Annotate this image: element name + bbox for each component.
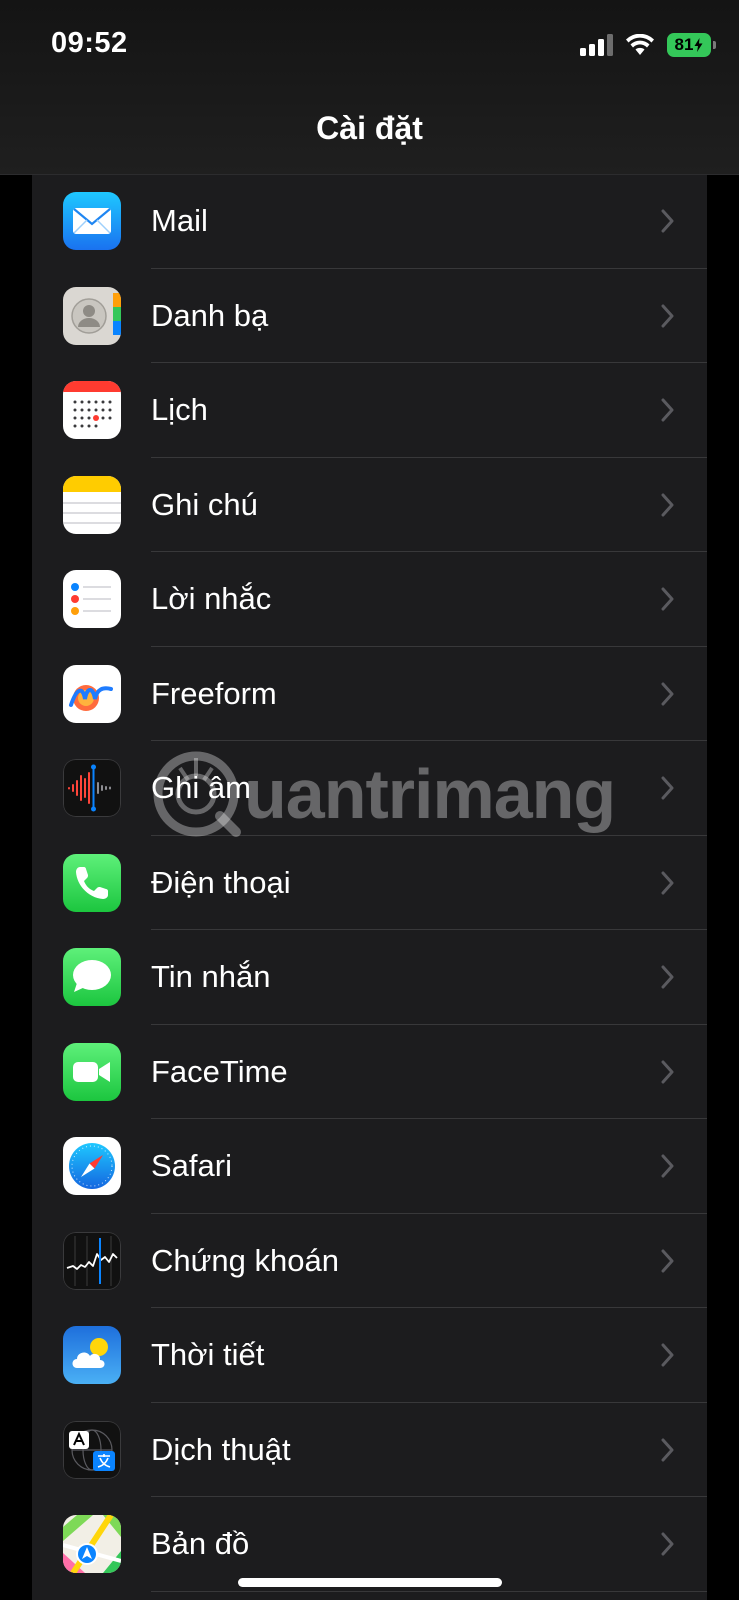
translate-icon <box>63 1420 121 1479</box>
settings-list: Mail Danh bạ Lịch Ghi chú Lời nhắc Freef… <box>32 174 707 1600</box>
settings-row-notes[interactable]: Ghi chú <box>32 458 707 552</box>
chevron-right-icon <box>661 682 674 705</box>
chevron-right-icon <box>661 304 674 327</box>
row-separator <box>151 1590 707 1592</box>
maps-icon <box>63 1515 121 1573</box>
header: 09:52 81 Cài đặt <box>0 0 739 175</box>
chevron-right-icon <box>661 1060 674 1083</box>
settings-row-mail[interactable]: Mail <box>32 174 707 269</box>
chevron-right-icon <box>661 587 674 611</box>
chevron-right-icon <box>661 965 674 989</box>
settings-row-label: Bản đồ <box>151 1526 250 1561</box>
settings-row-label: Safari <box>151 1148 232 1183</box>
home-indicator[interactable] <box>238 1578 502 1587</box>
chevron-right-icon <box>661 1154 674 1178</box>
signal-bars-icon <box>580 34 613 56</box>
messages-icon <box>63 948 121 1006</box>
settings-row-stocks[interactable]: Chứng khoán <box>32 1214 707 1308</box>
voice-memos-icon <box>63 759 121 817</box>
freeform-icon <box>63 664 121 723</box>
settings-row-label: Điện thoại <box>151 864 291 900</box>
battery-charging-icon: 81 <box>667 33 716 57</box>
status-time: 09:52 <box>51 27 128 59</box>
chevron-right-icon <box>661 1343 674 1367</box>
chevron-right-icon <box>661 1532 674 1556</box>
page-title: Cài đặt <box>316 110 423 146</box>
settings-row-contacts[interactable]: Danh bạ <box>32 269 707 363</box>
settings-row-label: Mail <box>151 203 208 238</box>
chevron-right-icon <box>661 871 674 894</box>
settings-row-label: FaceTime <box>151 1053 288 1089</box>
chevron-right-icon <box>661 1438 674 1461</box>
phone-icon <box>63 853 121 912</box>
watermark-text: uantrimang <box>244 755 616 833</box>
battery-level: 81 <box>674 35 694 54</box>
mail-icon <box>63 192 121 250</box>
settings-row-label: Danh bạ <box>151 297 269 333</box>
chevron-right-icon <box>661 493 674 516</box>
settings-row-safari[interactable]: Safari <box>32 1119 707 1214</box>
stocks-icon <box>63 1231 121 1290</box>
settings-row-label: Freeform <box>151 675 277 711</box>
settings-row-phone[interactable]: Điện thoại <box>32 836 707 930</box>
status-icons: 81 <box>580 30 716 60</box>
weather-icon <box>63 1326 121 1384</box>
settings-row-calendar[interactable]: Lịch <box>32 363 707 458</box>
contacts-icon <box>63 286 121 345</box>
chevron-right-icon <box>661 398 674 422</box>
settings-row-label: Tin nhắn <box>151 959 271 994</box>
notes-icon <box>63 475 121 534</box>
settings-row-label: Chứng khoán <box>151 1242 339 1278</box>
settings-row-translate[interactable]: Dịch thuật <box>32 1403 707 1497</box>
facetime-icon <box>63 1042 121 1101</box>
settings-row-reminders[interactable]: Lời nhắc <box>32 552 707 647</box>
watermark-logo-icon <box>153 751 241 837</box>
calendar-icon <box>63 381 121 439</box>
settings-row-freeform[interactable]: Freeform <box>32 647 707 741</box>
wifi-icon <box>626 34 654 55</box>
chevron-right-icon <box>661 209 674 233</box>
settings-row-facetime[interactable]: FaceTime <box>32 1025 707 1119</box>
settings-row-label: Lịch <box>151 392 208 427</box>
settings-row-label: Ghi chú <box>151 486 258 522</box>
reminders-icon <box>63 570 121 628</box>
chevron-right-icon <box>661 776 674 800</box>
safari-icon <box>63 1137 121 1195</box>
settings-row-weather[interactable]: Thời tiết <box>32 1308 707 1403</box>
settings-row-label: Dịch thuật <box>151 1431 291 1467</box>
settings-row-messages[interactable]: Tin nhắn <box>32 930 707 1025</box>
chevron-right-icon <box>661 1249 674 1272</box>
settings-row-label: Thời tiết <box>151 1337 265 1372</box>
settings-row-label: Lời nhắc <box>151 581 272 616</box>
watermark: uantrimang <box>150 748 616 840</box>
